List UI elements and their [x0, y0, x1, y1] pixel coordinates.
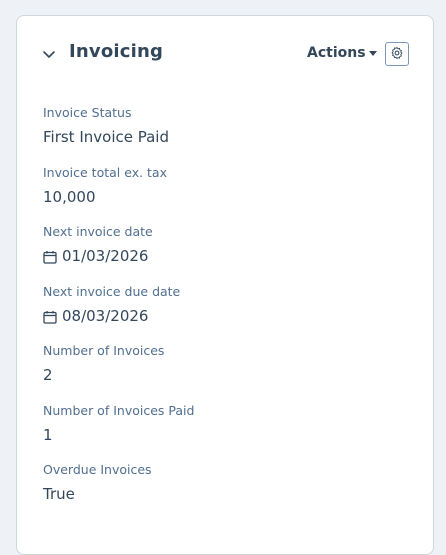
settings-button[interactable] [385, 42, 409, 66]
property-label: Invoice total ex. tax [43, 164, 167, 180]
property-label: Number of Invoices [43, 343, 165, 358]
property-label: Invoice Status [43, 105, 132, 120]
property-next-invoice-due-date: Next invoice due date 08/03/2026 [43, 284, 403, 344]
actions-dropdown[interactable]: Actions [307, 45, 377, 61]
property-label: Next invoice due date [43, 283, 181, 299]
chevron-down-icon[interactable] [41, 46, 57, 62]
property-list: Invoice Status First Invoice Paid Invoic… [43, 105, 403, 522]
calendar-icon [43, 309, 57, 324]
property-label: Number of Invoices Paid [43, 402, 195, 418]
property-value-text: 10,000 [43, 187, 96, 206]
caret-down-icon [368, 50, 377, 56]
property-label: Overdue Invoices [43, 462, 152, 477]
property-label: Next invoice date [43, 224, 153, 239]
property-overdue-invoices: Overdue Invoices True [43, 462, 403, 522]
card-title[interactable]: Invoicing [69, 41, 163, 62]
gear-icon [390, 45, 404, 64]
property-number-of-invoices: Number of Invoices 2 [43, 343, 403, 403]
property-value-text: 01/03/2026 [62, 247, 149, 265]
actions-label: Actions [307, 45, 366, 61]
property-value[interactable]: First Invoice Paid [43, 127, 403, 147]
property-value-text: 2 [43, 366, 53, 384]
property-value[interactable]: 2 [43, 365, 403, 385]
property-number-of-invoices-paid: Number of Invoices Paid 1 [43, 403, 403, 463]
property-value[interactable]: 08/03/2026 [43, 306, 403, 326]
property-value[interactable]: True [43, 484, 403, 504]
invoicing-card: Invoicing Actions Invoice Status First I… [16, 15, 434, 555]
property-value[interactable]: 01/03/2026 [43, 246, 403, 266]
property-invoice-total: Invoice total ex. tax 10,000 [43, 165, 403, 225]
property-invoice-status: Invoice Status First Invoice Paid [43, 105, 403, 165]
property-value-text: First Invoice Paid [43, 128, 169, 146]
property-value-text: True [43, 485, 75, 503]
property-value-text: 1 [43, 425, 53, 444]
calendar-icon [43, 249, 57, 264]
property-next-invoice-date: Next invoice date 01/03/2026 [43, 224, 403, 284]
property-value[interactable]: 1 [43, 425, 403, 445]
property-value-text: 08/03/2026 [62, 306, 149, 325]
property-value[interactable]: 10,000 [43, 187, 403, 207]
card-header: Invoicing Actions [17, 16, 433, 96]
